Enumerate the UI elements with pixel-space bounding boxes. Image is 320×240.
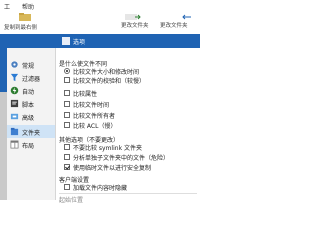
toolbar: 复制到最右侧 更改文件夹 更改文件夹	[0, 11, 200, 35]
lightning-icon	[10, 86, 19, 95]
sidebar-item-label: 过滤器	[22, 76, 41, 83]
divider	[59, 193, 197, 194]
advanced-icon	[10, 113, 19, 120]
checkbox-label: 使用临时文件以进行安全复制	[73, 165, 152, 172]
checkbox-box[interactable]	[64, 144, 70, 150]
sidebar-item-label: 脚本	[22, 102, 35, 109]
change-folder-button-left[interactable]: 更改文件夹	[121, 11, 155, 34]
checkbox-box[interactable]	[64, 101, 70, 107]
options-sidebar: 常规 过滤器 自动 脚本 高级 文件夹 布局	[7, 48, 56, 200]
swap-arrow-icon	[125, 14, 141, 20]
menu-bar: 工 帮助	[0, 0, 200, 11]
radio-button[interactable]	[64, 68, 70, 74]
section-header-start: 起始位置	[59, 197, 84, 204]
checkbox-label: 比较属性	[73, 91, 98, 98]
sidebar-item-layout[interactable]: 布局	[7, 138, 55, 151]
change-folder-label-left: 更改文件夹	[121, 23, 149, 29]
checkbox-box[interactable]	[64, 154, 70, 160]
options-content: 是什么使文件不同 比较文件大小和修改时间 比较文件的校验和（较慢） 比较属性 比…	[56, 48, 200, 204]
sidebar-item-advanced[interactable]: 高级	[7, 110, 55, 123]
sidebar-item-general[interactable]: 常规	[7, 58, 55, 71]
gear-icon	[11, 61, 18, 68]
sidebar-item-label: 高级	[22, 115, 35, 122]
menu-item-help[interactable]: 帮助	[22, 2, 34, 11]
folder-arrow-icon	[19, 13, 31, 21]
swap-arrow-icon	[182, 14, 191, 20]
sidebar-item-label: 常规	[22, 63, 35, 70]
checkbox-label: 比较文件所有者	[73, 113, 116, 120]
checkbox-box[interactable]	[64, 77, 70, 83]
sidebar-item-folder[interactable]: 文件夹	[7, 125, 55, 138]
dialog-title: 选项	[73, 39, 86, 46]
checkbox-label: 比较文件时间	[73, 102, 110, 109]
script-icon	[10, 99, 19, 108]
layout-icon	[10, 140, 19, 149]
radio-label: 比较文件大小和修改时间	[73, 69, 140, 76]
checkbox-box[interactable]	[64, 90, 70, 96]
menu-item-tools[interactable]: 工	[4, 2, 10, 11]
sidebar-item-filter[interactable]: 过滤器	[7, 71, 55, 84]
checkbox-box[interactable]	[64, 112, 70, 118]
sidebar-item-label: 布局	[22, 143, 35, 150]
copy-right-button[interactable]: 复制到最右侧	[0, 11, 52, 34]
checkbox-label: 分析单独子文件夹中的文件（危险）	[73, 155, 170, 162]
dialog-icon	[62, 37, 70, 45]
checkbox-label: 加载文件内容时隐藏	[73, 185, 128, 192]
sidebar-item-label: 自动	[22, 89, 35, 96]
checkbox-box[interactable]	[64, 164, 70, 170]
dialog-titlebar: 选项	[0, 34, 200, 48]
left-strip-tab[interactable]	[0, 48, 7, 92]
folder-icon	[10, 127, 19, 136]
copy-right-label: 复制到最右侧	[4, 25, 38, 31]
checkbox-box[interactable]	[64, 122, 70, 128]
sidebar-item-script[interactable]: 脚本	[7, 97, 55, 110]
sidebar-item-auto[interactable]: 自动	[7, 84, 55, 97]
checkbox-label: 不要比较 symlink 文件夹	[73, 145, 142, 152]
checkbox-box[interactable]	[64, 184, 70, 190]
left-strip	[0, 48, 7, 200]
change-folder-label-right: 更改文件夹	[160, 23, 188, 29]
checkbox-label: 比较文件的校验和（较慢）	[73, 78, 146, 85]
sidebar-item-label: 文件夹	[22, 130, 41, 137]
checkbox-label: 比较 ACL（慢）	[73, 123, 117, 130]
change-folder-button-right[interactable]: 更改文件夹	[160, 11, 200, 34]
filter-icon	[10, 73, 19, 82]
